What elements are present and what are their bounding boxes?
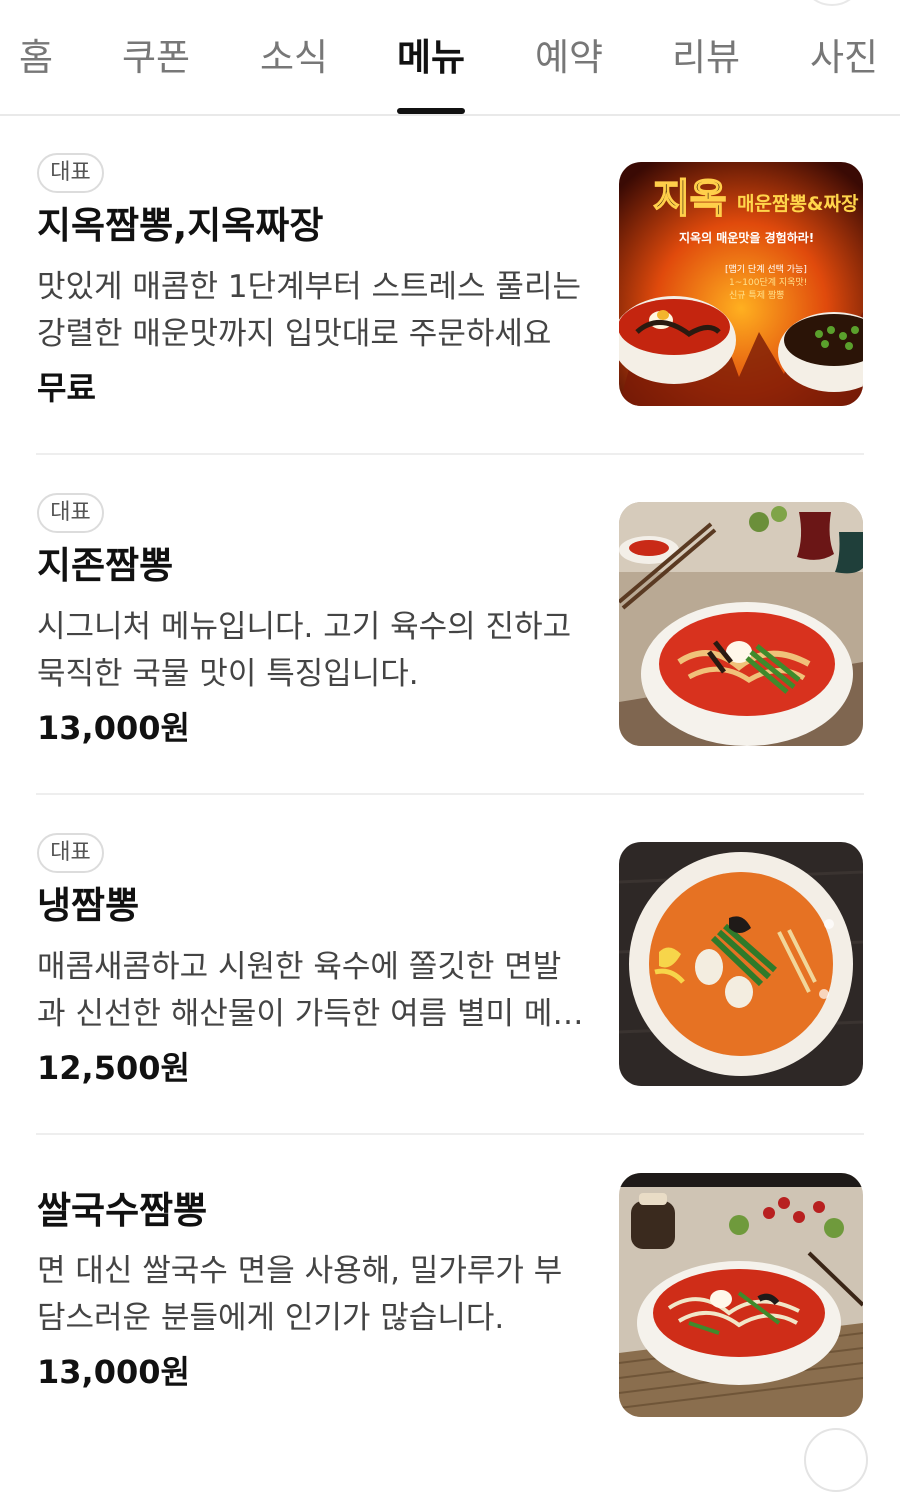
tab-home[interactable]: 홈 <box>19 36 53 80</box>
jjamppong-photo[interactable] <box>619 502 863 746</box>
representative-badge: 대표 <box>37 493 104 533</box>
menu-item-name: 냉짬뽕 <box>37 884 140 927</box>
representative-badge: 대표 <box>37 153 104 193</box>
divider <box>36 793 864 795</box>
poster-note-1: [맵기 단계 선택 가능] <box>725 263 807 275</box>
scroll-top-button-edge <box>804 1428 868 1492</box>
menu-item-name: 지존짬뽕 <box>37 544 174 587</box>
menu-item-name: 쌀국수짬뽕 <box>37 1189 208 1232</box>
menu-item-price: 12,500원 <box>37 1049 190 1087</box>
divider <box>36 1133 864 1135</box>
cold-jjamppong-image <box>619 842 863 1086</box>
divider <box>36 453 864 455</box>
menu-item[interactable]: 대표 지옥짬뽕,지옥짜장 맛있게 매콤한 1단계부터 스트레스 풀리는 강렬한 … <box>0 118 900 458</box>
hell-jjamppong-image: 지옥 매운짬뽕&짜장 지옥의 매운맛을 경험하라! [맵기 단계 선택 가능] … <box>619 162 863 406</box>
poster-note-2: 1~100단계 지옥맛! <box>729 276 807 288</box>
menu-item-name: 지옥짬뽕,지옥짜장 <box>37 204 324 247</box>
menu-item[interactable]: 쌀국수짬뽕 면 대신 쌀국수 면을 사용해, 밀가루가 부담스러운 분들에게 인… <box>0 1138 900 1478</box>
cold-jjamppong-photo[interactable] <box>619 842 863 1086</box>
poster-tagline: 지옥의 매운맛을 경험하라! <box>679 230 814 245</box>
poster-subtitle: 매운짬뽕&짜장 <box>737 193 859 215</box>
menu-item-description: 면 대신 쌀국수 면을 사용해, 밀가루가 부담스러운 분들에게 인기가 많습니… <box>37 1253 563 1336</box>
rice-noodle-jjamppong-photo[interactable] <box>619 1173 863 1417</box>
menu-item[interactable]: 대표 냉짬뽕 매콤새콤하고 시원한 육수에 쫄깃한 면발과 신선한 해산물이 가… <box>0 798 900 1138</box>
poster-title: 지옥 <box>653 176 727 222</box>
tab-coupon[interactable]: 쿠폰 <box>122 36 190 80</box>
hell-jjamppong-photo[interactable]: 지옥 매운짬뽕&짜장 지옥의 매운맛을 경험하라! [맵기 단계 선택 가능] … <box>619 162 863 406</box>
representative-badge: 대표 <box>37 833 104 873</box>
tab-photo[interactable]: 사진 <box>810 36 878 80</box>
menu-item-price: 무료 <box>37 369 96 407</box>
menu-item-description: 매콤새콤하고 시원한 육수에 쫄깃한 면발과 신선한 해산물이 가득한 여름 별… <box>37 949 581 1032</box>
tab-menu[interactable]: 메뉴 <box>397 36 465 80</box>
menu-item[interactable]: 대표 지존짬뽕 시그니처 메뉴입니다. 고기 육수의 진하고 묵직한 국물 맛이… <box>0 458 900 798</box>
menu-item-price: 13,000원 <box>37 709 190 747</box>
menu-item-description: 시그니처 메뉴입니다. 고기 육수의 진하고 묵직한 국물 맛이 특징입니다. <box>37 609 572 692</box>
menu-item-description: 맛있게 매콤한 1단계부터 스트레스 풀리는 강렬한 매운맛까지 입맛대로 주문… <box>37 269 581 352</box>
tab-news[interactable]: 소식 <box>260 36 328 80</box>
active-tab-indicator <box>397 108 465 114</box>
tab-bar: 홈 쿠폰 소식 메뉴 예약 리뷰 사진 <box>0 0 900 116</box>
menu-item-price: 13,000원 <box>37 1353 190 1391</box>
poster-note-3: 신규 특제 짬뽕 <box>729 290 784 301</box>
tab-review[interactable]: 리뷰 <box>672 36 740 80</box>
rice-noodle-jjamppong-image <box>619 1173 863 1417</box>
jjamppong-image <box>619 502 863 746</box>
tab-reservation[interactable]: 예약 <box>535 36 603 80</box>
